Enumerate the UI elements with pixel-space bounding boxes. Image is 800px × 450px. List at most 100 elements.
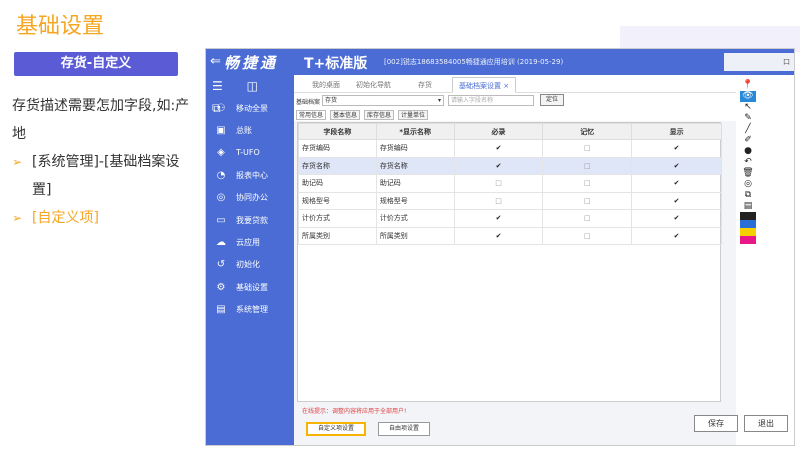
- show-checkbox[interactable]: ✔: [631, 156, 722, 175]
- pen-icon[interactable]: ✎: [740, 113, 756, 124]
- chevron-down-icon: ▾: [437, 97, 441, 104]
- subtab-basic[interactable]: 基本信息: [330, 110, 361, 120]
- empty-cell: [376, 367, 454, 385]
- sidebar-item-office[interactable]: ◎ 协同办公: [206, 187, 294, 209]
- field-search-input[interactable]: 请输入字段名称: [448, 95, 534, 106]
- sidebar-item-label: 移动全景: [236, 103, 268, 113]
- required-checkbox[interactable]: □: [453, 191, 544, 210]
- app-brand: T+标准版: [304, 56, 368, 72]
- highlighter-icon[interactable]: ✐: [740, 135, 756, 146]
- undo-icon[interactable]: ↶: [740, 157, 756, 168]
- tab-inventory[interactable]: 存货: [418, 80, 432, 90]
- required-checkbox[interactable]: □: [453, 174, 544, 193]
- table-row-empty: [299, 280, 722, 298]
- trash-icon[interactable]: 🗑: [740, 168, 756, 179]
- col-header-required: 必录: [453, 123, 544, 140]
- field-grid: 字段名称 *显示名称 必录 记忆 显示 存货编码 存货编码 ✔ □ ✔ 存货名称 存货名称 ✔…: [297, 122, 722, 402]
- cloud-icon: ☁: [216, 237, 226, 249]
- sidebar-item-system[interactable]: ▤ 系统管理: [206, 299, 294, 321]
- color-swatch-blue[interactable]: [740, 220, 756, 228]
- gear-icon: ⚙: [216, 281, 226, 293]
- field-name-cell: 存货编码: [298, 139, 377, 158]
- table-row[interactable]: 存货编码 存货编码 ✔ □ ✔: [298, 139, 722, 158]
- empty-cell: [299, 367, 377, 385]
- report-icon: ◔: [216, 169, 226, 181]
- memory-checkbox[interactable]: □: [542, 174, 633, 193]
- memory-checkbox[interactable]: □: [542, 139, 633, 158]
- field-table: 字段名称 *显示名称 必录 记忆 显示 存货编码 存货编码 ✔ □ ✔ 存货名称 存货名称 ✔…: [298, 123, 722, 385]
- memory-checkbox[interactable]: □: [542, 209, 633, 228]
- window-control[interactable]: 口: [724, 53, 794, 71]
- free-item-settings-button[interactable]: 自由项设置: [378, 422, 430, 436]
- sidebar-item-tufo[interactable]: ◈ T-UFO: [206, 142, 294, 164]
- sidebar-item-label: 我要贷款: [236, 215, 268, 225]
- required-checkbox[interactable]: ✔: [453, 209, 544, 228]
- table-row[interactable]: 计价方式 计价方式 ✔ □ ✔: [298, 209, 722, 228]
- sidebar-item-loan[interactable]: ▭ 我要贷款: [206, 209, 294, 231]
- pin-icon[interactable]: 📍: [740, 80, 756, 91]
- display-name-cell: 规格型号: [375, 191, 455, 210]
- empty-cell: [376, 262, 454, 280]
- copy-icon[interactable]: ⧉: [740, 190, 756, 201]
- color-swatch-yellow[interactable]: [740, 228, 756, 236]
- display-name-cell: 所属类别: [375, 226, 455, 245]
- sidebar-item-ledger[interactable]: ▣ 总账: [206, 119, 294, 141]
- document-icon[interactable]: ▤: [740, 201, 756, 212]
- custom-item-settings-button[interactable]: 自定义项设置: [306, 422, 366, 436]
- target-icon[interactable]: ◎: [740, 179, 756, 190]
- empty-cell: [543, 315, 632, 333]
- color-swatch-black[interactable]: [740, 212, 756, 220]
- required-checkbox[interactable]: ✔: [453, 139, 544, 158]
- sidebar-item-basic-settings[interactable]: ⚙ 基础设置: [206, 276, 294, 298]
- show-checkbox[interactable]: ✔: [631, 174, 722, 193]
- back-icon[interactable]: ⇐: [210, 54, 221, 69]
- empty-cell: [376, 315, 454, 333]
- subtab-unit[interactable]: 计量单位: [398, 110, 429, 120]
- sidebar-item-reports[interactable]: ◔ 报表中心: [206, 164, 294, 186]
- tab-basic-archive[interactable]: 基础档案设置 ×: [452, 77, 517, 93]
- app-window: ⇐ 畅捷通 T+标准版 [002]锐志18683584005畅捷通应用培训 (2…: [205, 48, 795, 446]
- table-row[interactable]: 助记码 助记码 □ □ ✔: [298, 174, 722, 193]
- save-button[interactable]: 保存: [694, 415, 738, 432]
- col-header-memory: 记忆: [542, 123, 633, 140]
- pointer-icon[interactable]: ↖: [740, 102, 756, 113]
- show-checkbox[interactable]: ✔: [631, 191, 722, 210]
- memory-checkbox[interactable]: □: [542, 156, 633, 175]
- archive-select[interactable]: 存货 ▾: [322, 95, 444, 106]
- subtab-common[interactable]: 常用信息: [296, 110, 327, 120]
- memory-checkbox[interactable]: □: [542, 191, 633, 210]
- bullet-text: [自定义项]: [32, 210, 99, 226]
- color-swatch-magenta[interactable]: [740, 236, 756, 244]
- topic-badge: 存货-自定义: [14, 52, 178, 76]
- empty-cell: [376, 297, 454, 315]
- tab-desktop[interactable]: 我的桌面: [312, 80, 340, 90]
- sidebar-item-cloud[interactable]: ☁ 云应用: [206, 231, 294, 253]
- sidebar-item-init[interactable]: ↺ 初始化: [206, 254, 294, 276]
- required-checkbox[interactable]: ✔: [453, 156, 544, 175]
- locate-button[interactable]: 定位: [540, 94, 564, 106]
- dot-icon[interactable]: ●: [740, 146, 756, 157]
- memory-checkbox[interactable]: □: [542, 226, 633, 245]
- exit-button[interactable]: 退出: [744, 415, 788, 432]
- sidebar-item-label: 总账: [236, 126, 252, 136]
- show-checkbox[interactable]: ✔: [631, 226, 722, 245]
- table-row[interactable]: 存货名称 存货名称 ✔ □ ✔: [298, 156, 722, 175]
- field-name-cell: 存货名称: [298, 156, 377, 175]
- archive-select-value: 存货: [325, 97, 338, 104]
- empty-cell: [632, 350, 722, 368]
- tab-init-nav[interactable]: 初始化导航: [356, 80, 391, 90]
- empty-cell: [299, 315, 377, 333]
- table-row[interactable]: 规格型号 规格型号 □ □ ✔: [298, 191, 722, 210]
- empty-cell: [376, 245, 454, 263]
- required-checkbox[interactable]: ✔: [453, 226, 544, 245]
- show-checkbox[interactable]: ✔: [631, 139, 722, 158]
- eye-icon[interactable]: 👁: [740, 91, 756, 102]
- display-name-cell: 存货编码: [375, 139, 455, 158]
- display-name-cell: 计价方式: [375, 209, 455, 228]
- sidebar-tools[interactable]: ☰ ◫ ⧉: [206, 75, 294, 115]
- subtab-stock[interactable]: 库存信息: [364, 110, 395, 120]
- table-row[interactable]: 所属类别 所属类别 ✔ □ ✔: [298, 226, 722, 245]
- show-checkbox[interactable]: ✔: [631, 209, 722, 228]
- line-icon[interactable]: ╱: [740, 124, 756, 135]
- online-hint: 在线提示：调整内容将应用于全部用户!: [302, 408, 407, 415]
